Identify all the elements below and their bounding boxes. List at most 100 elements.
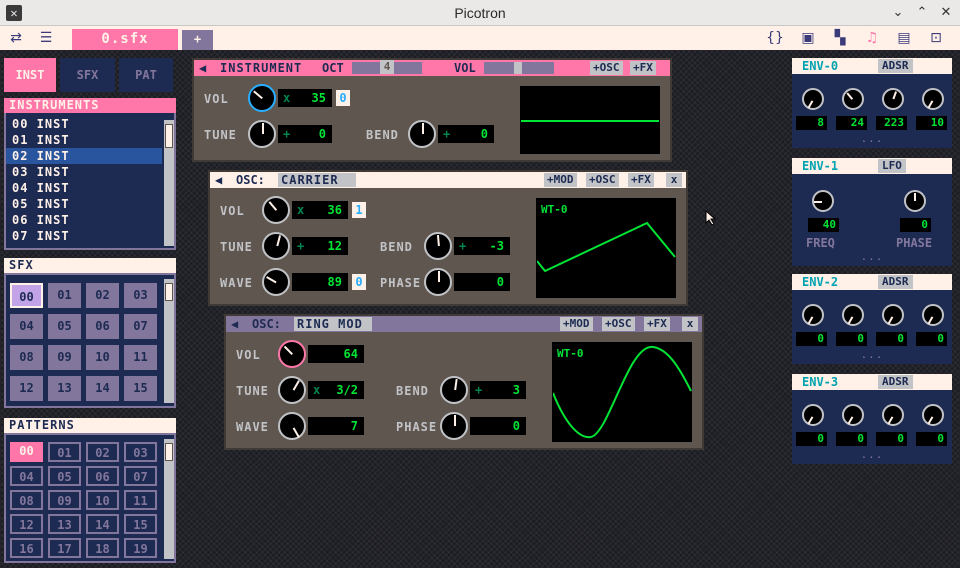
envelope-knob[interactable] bbox=[922, 304, 944, 326]
phase-value-box[interactable]: 0 bbox=[900, 218, 931, 232]
sfx-slot[interactable]: 04 bbox=[10, 314, 43, 339]
tune-value-box[interactable]: +0 bbox=[278, 125, 332, 143]
envelope-knob[interactable] bbox=[842, 404, 864, 426]
pattern-slot[interactable]: 14 bbox=[86, 514, 119, 534]
sfx-slot[interactable]: 09 bbox=[48, 345, 81, 370]
tune-knob[interactable] bbox=[262, 232, 290, 260]
envelope-knob[interactable] bbox=[882, 404, 904, 426]
pattern-slot[interactable]: 03 bbox=[124, 442, 157, 462]
oct-slider[interactable]: 4 bbox=[352, 60, 422, 74]
file-tab[interactable]: 0.sfx bbox=[72, 29, 178, 50]
envelope-knob[interactable] bbox=[882, 304, 904, 326]
add-osc-button[interactable]: +OSC bbox=[602, 317, 635, 331]
pattern-slot[interactable]: 10 bbox=[86, 490, 119, 510]
sfx-slot[interactable]: 03 bbox=[124, 283, 157, 308]
pattern-slot[interactable]: 16 bbox=[10, 538, 43, 558]
vol-slider[interactable] bbox=[484, 62, 554, 74]
speaker-icon[interactable]: ◀ bbox=[231, 316, 238, 332]
sfx-slot[interactable]: 10 bbox=[86, 345, 119, 370]
sfx-slot[interactable]: 01 bbox=[48, 283, 81, 308]
env-2-type[interactable]: ADSR bbox=[878, 275, 913, 289]
pattern-slot[interactable]: 07 bbox=[124, 466, 157, 486]
phase-value-box[interactable]: 0 bbox=[470, 417, 526, 435]
envelope-knob[interactable] bbox=[842, 88, 864, 110]
instrument-row[interactable]: 04 INST bbox=[6, 180, 162, 196]
vol-value-box[interactable]: x 35 bbox=[278, 89, 332, 107]
tab-pat[interactable]: PAT bbox=[119, 58, 173, 92]
patterns-scrollbar[interactable] bbox=[164, 439, 174, 559]
vol-knob[interactable] bbox=[278, 340, 306, 368]
add-osc-button[interactable]: +OSC bbox=[590, 61, 623, 75]
envelope-knob[interactable] bbox=[882, 88, 904, 110]
env-1-type[interactable]: LFO bbox=[878, 159, 906, 173]
speaker-icon[interactable]: ◀ bbox=[199, 60, 206, 76]
menu-icon[interactable]: ☰ bbox=[37, 29, 55, 47]
pattern-slot[interactable]: 17 bbox=[48, 538, 81, 558]
envelope-value-box[interactable]: 0 bbox=[876, 432, 907, 446]
tune-value-box[interactable]: x 3/2 bbox=[308, 381, 364, 399]
add-fx-button[interactable]: +FX bbox=[630, 61, 656, 75]
pattern-slot[interactable]: 00 bbox=[10, 442, 43, 462]
sfx-slot[interactable]: 11 bbox=[124, 345, 157, 370]
freq-knob[interactable] bbox=[812, 190, 834, 212]
bend-knob[interactable] bbox=[424, 232, 452, 260]
export-icon[interactable]: ⊡ bbox=[927, 29, 945, 47]
pattern-slot[interactable]: 02 bbox=[86, 442, 119, 462]
gui-editor-icon[interactable]: ▤ bbox=[895, 29, 913, 47]
instrument-row[interactable]: 01 INST bbox=[6, 132, 162, 148]
tab-inst[interactable]: INST bbox=[4, 58, 56, 92]
envelope-value-box[interactable]: 10 bbox=[916, 116, 947, 130]
envelope-value-box[interactable]: 0 bbox=[876, 332, 907, 346]
wave-value-box[interactable]: 89 bbox=[292, 273, 348, 291]
phase-knob[interactable] bbox=[440, 412, 468, 440]
vol-knob[interactable] bbox=[262, 196, 290, 224]
sfx-slot[interactable]: 14 bbox=[86, 376, 119, 401]
vol-slider-thumb[interactable] bbox=[514, 62, 522, 74]
bend-value-box[interactable]: + -3 bbox=[454, 237, 510, 255]
wave-value-box[interactable]: 7 bbox=[308, 417, 364, 435]
pattern-slot[interactable]: 18 bbox=[86, 538, 119, 558]
vol-knob[interactable] bbox=[248, 84, 276, 112]
tab-sfx[interactable]: SFX bbox=[60, 58, 115, 92]
tune-knob[interactable] bbox=[248, 120, 276, 148]
close-osc-button[interactable]: x bbox=[682, 317, 698, 331]
scroll-thumb[interactable] bbox=[165, 283, 173, 301]
pattern-slot[interactable]: 12 bbox=[10, 514, 43, 534]
envelope-value-box[interactable]: 223 bbox=[876, 116, 907, 130]
sfx-slot[interactable]: 08 bbox=[10, 345, 43, 370]
instrument-row[interactable]: 00 INST bbox=[6, 116, 162, 132]
sfx-slot[interactable]: 06 bbox=[86, 314, 119, 339]
sfx-scrollbar[interactable] bbox=[164, 279, 174, 403]
bend-knob[interactable] bbox=[408, 120, 436, 148]
sprite-editor-icon[interactable]: ▣ bbox=[799, 29, 817, 47]
instrument-row[interactable]: 07 INST bbox=[6, 228, 162, 244]
sfx-slot[interactable]: 15 bbox=[124, 376, 157, 401]
pattern-slot[interactable]: 09 bbox=[48, 490, 81, 510]
scroll-thumb[interactable] bbox=[165, 124, 173, 148]
sfx-slot[interactable]: 02 bbox=[86, 283, 119, 308]
envelope-value-box[interactable]: 0 bbox=[796, 432, 827, 446]
vol-value-box[interactable]: 64 bbox=[308, 345, 364, 363]
env-3-type[interactable]: ADSR bbox=[878, 375, 913, 389]
sfx-slot[interactable]: 00 bbox=[10, 283, 43, 308]
pattern-slot[interactable]: 15 bbox=[124, 514, 157, 534]
envelope-knob[interactable] bbox=[802, 404, 824, 426]
vol-env-flag[interactable]: 1 bbox=[352, 202, 366, 218]
envelope-value-box[interactable]: 8 bbox=[796, 116, 827, 130]
env-2-more[interactable]: ... bbox=[792, 348, 952, 361]
pattern-slot[interactable]: 05 bbox=[48, 466, 81, 486]
envelope-value-box[interactable]: 0 bbox=[836, 332, 867, 346]
wave-knob[interactable] bbox=[262, 268, 290, 296]
add-fx-button[interactable]: +FX bbox=[628, 173, 654, 187]
pattern-slot[interactable]: 13 bbox=[48, 514, 81, 534]
close-osc-button[interactable]: x bbox=[666, 173, 682, 187]
vol-env-flag[interactable]: 0 bbox=[336, 90, 350, 106]
add-fx-button[interactable]: +FX bbox=[644, 317, 670, 331]
instrument-row[interactable]: 03 INST bbox=[6, 164, 162, 180]
envelope-knob[interactable] bbox=[922, 88, 944, 110]
bend-value-box[interactable]: +3 bbox=[470, 381, 526, 399]
envelope-value-box[interactable]: 0 bbox=[796, 332, 827, 346]
freq-value-box[interactable]: 40 bbox=[808, 218, 839, 232]
sfx-slot[interactable]: 13 bbox=[48, 376, 81, 401]
phase-value-box[interactable]: 0 bbox=[454, 273, 510, 291]
